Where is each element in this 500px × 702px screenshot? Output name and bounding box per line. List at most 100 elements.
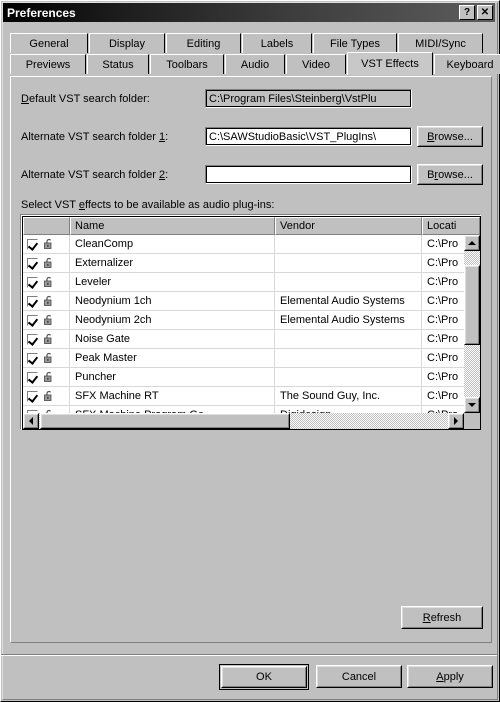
tab-label: Editing (186, 37, 221, 50)
list-header: Name Vendor Locati (23, 217, 480, 235)
tab-label: Display (108, 37, 146, 50)
row-enable-cell (23, 273, 70, 291)
row-checkbox[interactable] (27, 333, 38, 345)
hscroll-thumb[interactable] (40, 413, 290, 429)
apply-button[interactable]: Apply (407, 665, 493, 688)
unlocked-padlock-icon (44, 333, 52, 344)
tab-display[interactable]: Display (89, 33, 165, 53)
row-checkbox[interactable] (27, 238, 38, 250)
window-title: Preferences (7, 5, 76, 20)
scroll-up-button[interactable] (464, 235, 480, 251)
tab-label: Labels (260, 37, 294, 50)
row-checkbox[interactable] (27, 276, 38, 288)
unlocked-padlock-icon (44, 352, 52, 363)
default-folder-field: C:\Program Files\Steinberg\VstPlu (205, 89, 412, 108)
tab-labels[interactable]: Labels (242, 33, 312, 53)
table-row[interactable]: SFX Machine RT The Sound Guy, Inc. C:\Pro (23, 387, 464, 406)
ok-button[interactable]: OK (221, 666, 307, 688)
table-row[interactable]: Puncher C:\Pro (23, 368, 464, 387)
cell-name: Noise Gate (70, 330, 275, 348)
cell-vendor: The Sound Guy, Inc. (275, 387, 422, 405)
table-row[interactable]: Externalizer C:\Pro (23, 254, 464, 273)
tab-status[interactable]: Status (87, 54, 149, 74)
tab-label: VST Effects (361, 58, 419, 70)
title-bar[interactable]: Preferences ? ✕ (3, 3, 495, 22)
row-checkbox[interactable] (27, 314, 38, 326)
table-row[interactable]: SFX Machine Program GeDigidesignC:\Pro (23, 406, 464, 413)
tab-label: Previews (25, 58, 71, 71)
list-rows: CleanComp C:\Pro Externalizer C:\Pro Leveler… (23, 235, 464, 413)
tab-general[interactable]: General (10, 33, 88, 53)
scroll-right-button[interactable] (448, 413, 464, 429)
alt-folder-2-row: Alternate VST search folder 2: (21, 165, 168, 185)
row-checkbox[interactable] (27, 257, 38, 269)
vst-effects-list-inner: Name Vendor Locati CleanComp C:\Pro Extern… (22, 216, 481, 430)
row-checkbox[interactable] (27, 371, 38, 383)
tab-keyboard[interactable]: Keyboard (434, 54, 500, 74)
table-row[interactable]: Noise Gate C:\Pro (23, 330, 464, 349)
cell-vendor: Elemental Audio Systems (275, 292, 422, 310)
browse-button-2[interactable]: Browse... (417, 164, 483, 185)
column-header-vendor[interactable]: Vendor (275, 217, 422, 235)
cell-vendor (275, 235, 422, 253)
alt-folder-1-input[interactable]: C:\SAWStudioBasic\VST_PlugIns\ (205, 127, 412, 146)
column-header-name[interactable]: Name (70, 217, 275, 235)
column-header-check[interactable] (23, 217, 70, 235)
tab-midi-sync[interactable]: MIDI/Sync (398, 33, 483, 53)
list-vertical-scrollbar[interactable] (464, 235, 480, 413)
tab-previews[interactable]: Previews (10, 54, 86, 74)
cell-name: Neodynium 2ch (70, 311, 275, 329)
list-caption: Select VST effects to be available as au… (21, 199, 275, 211)
alt-folder-2-input[interactable] (205, 165, 412, 184)
unlocked-padlock-icon (44, 390, 52, 401)
tab-row-2: Previews Status Toolbars Audio Video VST Effe… (10, 52, 500, 75)
close-icon[interactable]: ✕ (477, 5, 493, 20)
title-bar-buttons: ? ✕ (459, 5, 493, 20)
tab-file-types[interactable]: File Types (313, 33, 397, 53)
chevron-up-icon (468, 241, 476, 245)
browse-button-1[interactable]: Browse... (417, 126, 483, 147)
table-row[interactable]: CleanComp C:\Pro (23, 235, 464, 254)
table-row[interactable]: Neodynium 1ch Elemental Audio Systems C:\P… (23, 292, 464, 311)
cancel-button[interactable]: Cancel (316, 665, 402, 688)
unlocked-padlock-icon (44, 371, 52, 382)
row-enable-cell (23, 368, 70, 386)
cell-name: Puncher (70, 368, 275, 386)
cell-vendor: Elemental Audio Systems (275, 311, 422, 329)
cell-location: C:\Pro (427, 257, 459, 269)
refresh-button[interactable]: Refresh (401, 606, 483, 629)
row-enable-cell (23, 254, 70, 272)
cell-location: C:\Pro (427, 390, 459, 402)
tab-editing[interactable]: Editing (166, 33, 241, 53)
row-checkbox[interactable] (27, 390, 38, 402)
tab-toolbars[interactable]: Toolbars (150, 54, 224, 74)
preferences-dialog: Preferences ? ✕ General Display Editing Lab… (0, 0, 500, 702)
table-row[interactable]: Leveler C:\Pro (23, 273, 464, 292)
vscroll-thumb[interactable] (464, 265, 480, 345)
list-horizontal-scrollbar[interactable] (23, 413, 464, 429)
table-row[interactable]: Neodynium 2ch Elemental Audio Systems C:\P… (23, 311, 464, 330)
cell-name: CleanComp (70, 235, 275, 253)
ok-button-default-ring: OK (219, 664, 309, 690)
row-checkbox[interactable] (27, 352, 38, 364)
cell-location: C:\Pro (422, 406, 464, 413)
table-row[interactable]: Peak Master C:\Pro (23, 349, 464, 368)
tab-video[interactable]: Video (286, 54, 346, 74)
tab-audio[interactable]: Audio (225, 54, 285, 74)
column-header-location[interactable]: Locati (422, 217, 480, 235)
row-checkbox[interactable] (27, 295, 38, 307)
tab-label: MIDI/Sync (415, 37, 466, 50)
help-button[interactable]: ? (459, 5, 475, 20)
scroll-left-button[interactable] (23, 413, 39, 429)
cell-location: C:\Pro (427, 333, 459, 345)
alt-folder-2-label: Alternate VST search folder 2: (21, 169, 169, 181)
cell-name: SFX Machine RT (70, 387, 275, 405)
vst-effects-list: Name Vendor Locati CleanComp C:\Pro Extern… (20, 214, 481, 430)
cell-location: C:\Pro (427, 371, 459, 383)
cell-location: C:\Pro (427, 295, 459, 307)
scroll-down-button[interactable] (464, 397, 480, 413)
default-folder-row: Default VST search folder: (21, 89, 150, 109)
alt-folder-1-row: Alternate VST search folder 1: (21, 127, 168, 147)
tab-vst-effects[interactable]: VST Effects (347, 52, 433, 75)
cell-location: C:\Pro (427, 238, 459, 250)
